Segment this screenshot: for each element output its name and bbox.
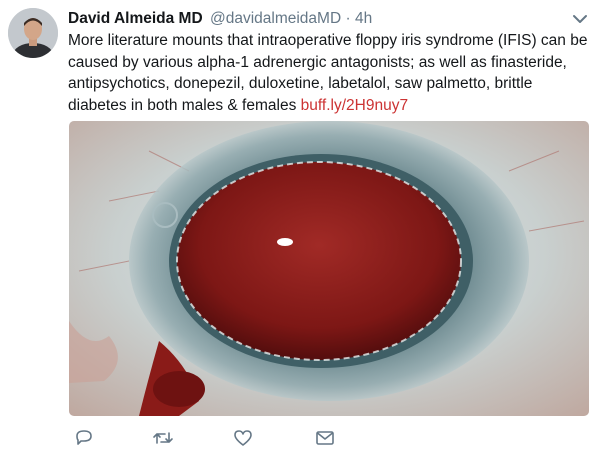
chevron-down-icon[interactable] — [571, 12, 589, 26]
tweet-link[interactable]: buff.ly/2H9nuy7 — [301, 97, 408, 114]
author-name[interactable]: David Almeida MD — [68, 10, 203, 27]
avatar[interactable] — [8, 8, 58, 58]
envelope-icon[interactable] — [314, 428, 336, 448]
tweet-text: More literature mounts that intraoperati… — [68, 30, 588, 116]
tweet-media-image[interactable] — [69, 121, 589, 416]
separator-dot: · — [345, 10, 351, 27]
heart-icon[interactable] — [232, 428, 254, 448]
author-handle[interactable]: @davidalmeidaMD — [210, 10, 341, 27]
tweet-actions — [0, 428, 600, 450]
timestamp[interactable]: 4h — [355, 10, 372, 27]
tweet-card[interactable]: David Almeida MD @davidalmeidaMD · 4h Mo… — [0, 0, 600, 451]
reply-icon[interactable] — [73, 428, 95, 448]
retweet-icon[interactable] — [152, 428, 174, 448]
tweet-header: David Almeida MD @davidalmeidaMD · 4h — [68, 9, 372, 29]
